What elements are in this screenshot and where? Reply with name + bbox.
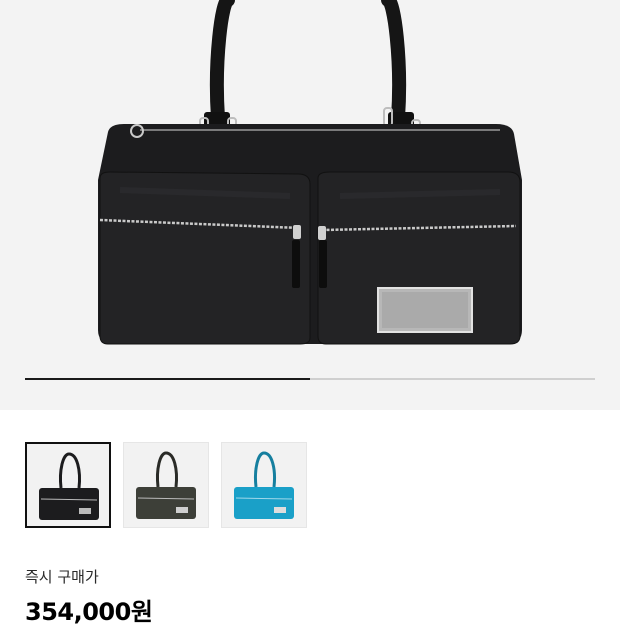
thumbnail-teal-blue[interactable] bbox=[221, 442, 307, 528]
price-value: 354,000원 bbox=[25, 598, 153, 626]
product-image bbox=[98, 0, 522, 345]
image-carousel-progress bbox=[25, 378, 595, 380]
bag-thumbnail-icon bbox=[136, 451, 196, 519]
carousel-progress-fill bbox=[25, 378, 310, 380]
price-label: 즉시 구매가 bbox=[25, 568, 99, 586]
thumbnail-black[interactable] bbox=[25, 442, 111, 528]
bag-thumbnail-icon bbox=[39, 452, 99, 520]
thumbnail-olive-gray[interactable] bbox=[123, 442, 209, 528]
product-image-area[interactable] bbox=[0, 0, 620, 410]
bag-thumbnail-icon bbox=[234, 451, 294, 519]
